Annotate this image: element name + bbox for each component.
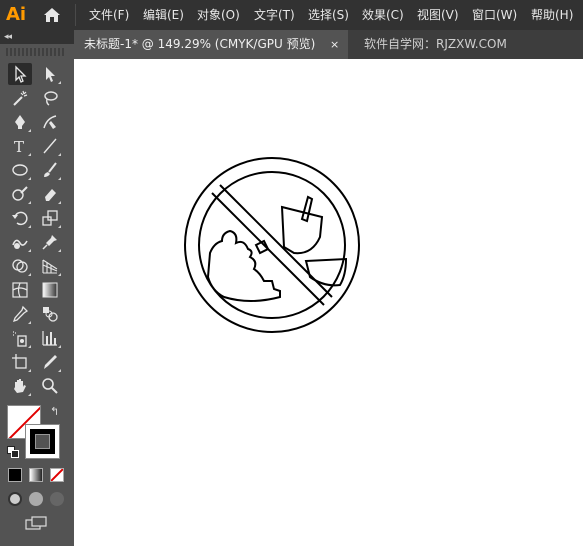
pen-tool[interactable] <box>8 111 32 133</box>
gradient-mode-button[interactable] <box>29 468 43 482</box>
hand-tool[interactable] <box>8 375 32 397</box>
magic-wand-tool-icon <box>13 90 28 106</box>
menu-bar: Ai 文件(F) 编辑(E) 对象(O) 文字(T) 选择(S) 效果(C) 视… <box>0 0 583 30</box>
svg-text:T: T <box>14 138 24 155</box>
shaper-tool-icon <box>12 186 28 201</box>
menu-view[interactable]: 视图(V) <box>417 0 459 30</box>
shaper-tool[interactable] <box>8 183 32 205</box>
swap-fill-stroke-icon[interactable]: ↰ <box>50 405 59 418</box>
paintbrush-tool-icon <box>44 162 57 177</box>
ellipse-tool[interactable] <box>8 159 32 181</box>
column-graph-tool[interactable] <box>38 327 62 349</box>
mesh-tool-icon <box>12 282 28 298</box>
line-segment-tool[interactable] <box>38 135 62 157</box>
color-mode-button[interactable] <box>8 468 22 482</box>
draw-normal-button[interactable] <box>8 492 22 506</box>
type-tool-icon: T <box>14 138 24 155</box>
magic-wand-tool[interactable] <box>8 87 32 109</box>
symbol-sprayer-tool[interactable] <box>8 327 32 349</box>
hand-tool-icon <box>14 379 26 393</box>
eyedropper-tool-icon <box>12 305 29 323</box>
lasso-tool-icon <box>44 91 58 106</box>
home-icon[interactable] <box>42 5 62 25</box>
paintbrush-tool[interactable] <box>38 159 62 181</box>
symbol-sprayer-tool-icon <box>13 331 27 347</box>
zoom-tool-icon <box>42 378 58 394</box>
screen-mode-icon[interactable] <box>25 516 47 530</box>
selection-tool-icon <box>15 65 27 83</box>
perspective-grid-tool[interactable] <box>38 255 62 277</box>
scale-tool-icon <box>42 210 58 226</box>
eyedropper-tool[interactable] <box>8 303 32 325</box>
none-mode-button[interactable] <box>50 468 64 482</box>
tab-document-inactive[interactable]: 软件自学网：RJZXW.COM <box>364 30 507 59</box>
pen-tool-icon <box>15 115 25 129</box>
curvature-tool-icon <box>43 115 57 129</box>
tools-panel-header: ◂◂ <box>0 30 74 44</box>
menu-file[interactable]: 文件(F) <box>89 0 129 30</box>
column-graph-tool-icon <box>42 331 57 346</box>
type-tool[interactable]: T <box>8 135 32 157</box>
ellipse-tool-icon <box>12 164 28 176</box>
blend-tool[interactable] <box>38 303 62 325</box>
direct-selection-tool[interactable] <box>38 63 62 85</box>
line-segment-tool-icon <box>43 138 57 154</box>
gradient-tool[interactable] <box>38 279 62 301</box>
perspective-grid-tool-icon <box>42 259 58 274</box>
curvature-tool[interactable] <box>38 111 62 133</box>
slice-tool-icon <box>44 355 57 369</box>
collapse-panel-button[interactable]: ◂◂ <box>4 30 12 44</box>
menu-effect[interactable]: 效果(C) <box>362 0 404 30</box>
artboard-tool[interactable] <box>8 351 32 373</box>
artboard-tool-icon <box>12 354 27 369</box>
direct-selection-tool-icon <box>46 67 55 82</box>
eraser-tool-icon <box>45 189 56 201</box>
panel-grip[interactable] <box>6 48 66 56</box>
warp-tool-icon <box>12 239 28 249</box>
tab-close-button[interactable]: × <box>330 30 339 59</box>
puppet-warp-tool[interactable] <box>38 231 62 253</box>
eraser-tool[interactable] <box>38 183 62 205</box>
warp-tool[interactable] <box>8 231 32 253</box>
blend-tool-icon <box>43 307 58 322</box>
menu-edit[interactable]: 编辑(E) <box>143 0 184 30</box>
scale-tool[interactable] <box>38 207 62 229</box>
rotate-tool-icon <box>12 211 28 226</box>
zoom-tool[interactable] <box>38 375 62 397</box>
shape-builder-tool[interactable] <box>8 255 32 277</box>
slice-tool[interactable] <box>38 351 62 373</box>
tab-document-title: 未标题-1* @ 149.29% (CMYK/GPU 预览) <box>84 37 316 51</box>
lasso-tool[interactable] <box>38 87 62 109</box>
tab-document-active[interactable]: 未标题-1* @ 149.29% (CMYK/GPU 预览) × <box>74 30 348 59</box>
puppet-warp-tool-icon <box>42 235 57 250</box>
artboard-canvas[interactable] <box>74 59 583 546</box>
document-tab-bar: 未标题-1* @ 149.29% (CMYK/GPU 预览) × 软件自学网：R… <box>74 30 583 59</box>
draw-inside-button[interactable] <box>50 492 64 506</box>
stroke-swatch[interactable] <box>25 424 60 459</box>
gradient-tool-icon <box>42 282 58 298</box>
rotate-tool[interactable] <box>8 207 32 229</box>
mesh-tool[interactable] <box>8 279 32 301</box>
menu-divider <box>75 4 76 26</box>
menu-window[interactable]: 窗口(W) <box>472 0 517 30</box>
app-logo: Ai <box>6 4 27 25</box>
draw-behind-button[interactable] <box>29 492 43 506</box>
menu-type[interactable]: 文字(T) <box>254 0 295 30</box>
shape-builder-tool-icon <box>12 259 28 273</box>
menu-help[interactable]: 帮助(H) <box>531 0 573 30</box>
prohibition-sign-artwork[interactable] <box>184 157 360 333</box>
default-fill-stroke-icon[interactable] <box>7 446 19 458</box>
menu-object[interactable]: 对象(O) <box>197 0 240 30</box>
selection-tool[interactable] <box>8 63 32 85</box>
menu-select[interactable]: 选择(S) <box>308 0 349 30</box>
